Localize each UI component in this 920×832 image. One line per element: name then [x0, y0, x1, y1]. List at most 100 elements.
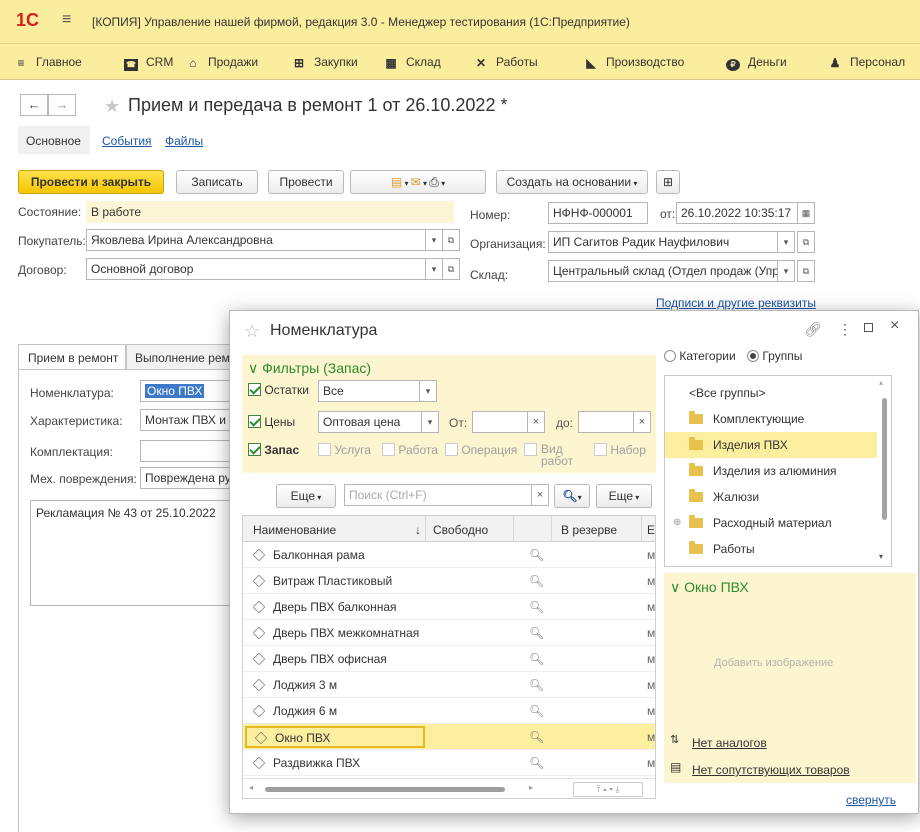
number-field[interactable]: НФНФ-000001 — [548, 202, 648, 224]
main-menu-icon[interactable]: ≡ — [62, 11, 71, 29]
search-icon[interactable]: 🔍︎ — [529, 672, 544, 698]
table-row[interactable]: Дверь ПВХ балконная 🔍︎ м — [243, 594, 655, 620]
column-free[interactable]: Свободно — [433, 523, 488, 537]
state-field[interactable]: В работе — [86, 201, 454, 223]
table-row[interactable]: Раздвижка ПВХ 🔍︎ м — [243, 750, 655, 776]
open-link-icon[interactable]: ⧉ — [442, 229, 460, 251]
printer-icon[interactable]: ⎙ — [429, 175, 439, 189]
buyer-field[interactable]: Яковлева Ирина Александровна — [86, 229, 426, 251]
filters-header[interactable]: ∨ Фильтры (Запас) — [248, 360, 371, 377]
groups-radio[interactable] — [747, 350, 759, 362]
menu-item-production[interactable]: ◣ Производство — [584, 55, 684, 70]
menu-item-main[interactable]: ≡ Главное — [14, 55, 81, 70]
document-icon[interactable]: ▤ — [391, 175, 402, 189]
search-icon[interactable]: 🔍︎ — [529, 750, 544, 776]
open-link-icon[interactable]: ⧉ — [442, 258, 460, 280]
analogs-link[interactable]: Нет аналогов — [692, 736, 767, 750]
mail-icon[interactable]: ✉ — [411, 175, 421, 189]
price-to-field[interactable] — [578, 411, 634, 433]
comment-textarea[interactable]: Рекламация № 43 от 25.10.2022 — [30, 500, 232, 606]
search-icon[interactable]: 🔍︎ — [529, 698, 544, 724]
column-unit[interactable]: Е — [647, 523, 655, 537]
scroll-thumb[interactable] — [265, 787, 505, 792]
structure-icon[interactable]: ⊞ — [656, 170, 680, 194]
favorite-star-icon[interactable]: ☆ — [244, 321, 260, 342]
open-link-icon[interactable]: ⧉ — [797, 231, 815, 253]
type-stock-filter[interactable]: Запас — [248, 443, 299, 457]
expand-icon[interactable]: ⊕ — [673, 510, 681, 536]
menu-item-sales[interactable]: ⌂ Продажи — [186, 55, 258, 70]
prices-select[interactable]: Оптовая цена — [318, 411, 422, 433]
post-and-close-button[interactable]: Провести и закрыть — [18, 170, 164, 194]
chevron-down-icon[interactable]: ▾ — [419, 380, 437, 402]
table-row[interactable]: Лоджия 3 м 🔍︎ м — [243, 672, 655, 698]
search-icon[interactable]: 🔍︎ — [529, 620, 544, 646]
menu-item-money[interactable]: ₽ Деньги — [726, 55, 787, 71]
prices-filter[interactable]: Цены — [248, 415, 295, 429]
back-button[interactable]: ← — [20, 94, 48, 116]
scroll-right-icon[interactable]: ▸ — [529, 783, 533, 792]
more-button[interactable]: Еще ▾ — [276, 484, 336, 508]
menu-item-warehouse[interactable]: ▦ Склад — [384, 55, 440, 70]
tab-repair-receipt[interactable]: Прием в ремонт — [18, 344, 126, 370]
search-icon[interactable]: 🔍︎ — [529, 646, 544, 672]
chevron-down-icon[interactable]: ▾ — [421, 411, 439, 433]
group-item[interactable]: Работы — [665, 536, 877, 562]
contract-field[interactable]: Основной договор — [86, 258, 426, 280]
signatures-link[interactable]: Подписи и другие реквизиты — [656, 296, 816, 310]
type-operation-checkbox[interactable] — [445, 443, 458, 456]
chevron-down-icon[interactable]: ▾ — [425, 229, 443, 251]
clear-icon[interactable]: × — [633, 411, 651, 433]
add-image-placeholder[interactable]: Добавить изображение — [714, 657, 833, 669]
clear-icon[interactable]: × — [527, 411, 545, 433]
save-button[interactable]: Записать — [176, 170, 258, 194]
damage-field[interactable]: Повреждена ру — [140, 467, 232, 489]
horizontal-scrollbar[interactable]: ◂ ▸ ⤒ ▴ ▾ ⤓ — [243, 778, 655, 798]
clear-search-icon[interactable]: × — [531, 484, 549, 506]
warehouse-field[interactable]: Центральный склад (Отдел продаж (Упр — [548, 260, 778, 282]
preview-header[interactable]: ∨ Окно ПВХ — [670, 579, 749, 596]
link-icon[interactable]: 🔗︎ — [804, 321, 822, 338]
date-field[interactable]: 26.10.2022 10:35:17 — [676, 202, 798, 224]
type-worktype-checkbox[interactable] — [524, 443, 537, 456]
type-worktype-filter[interactable]: Вид работ — [524, 443, 574, 467]
group-item[interactable]: <Все группы> — [665, 380, 877, 406]
scroll-down-icon[interactable]: ▾ — [879, 552, 883, 561]
type-operation-filter[interactable]: Операция — [445, 443, 517, 457]
stock-filter[interactable]: Остатки — [248, 383, 309, 397]
price-from-field[interactable] — [472, 411, 528, 433]
prices-checkbox[interactable] — [248, 415, 261, 428]
menu-item-crm[interactable]: ☎ CRM — [124, 55, 173, 71]
group-item[interactable]: Комплектующие — [665, 406, 877, 432]
tab-main[interactable]: Основное — [18, 126, 90, 154]
type-work-filter[interactable]: Работа — [382, 443, 438, 457]
group-item[interactable]: ⊕ Расходный материал — [665, 510, 877, 536]
forward-button[interactable]: → — [48, 94, 76, 116]
type-service-filter[interactable]: Услуга — [318, 443, 371, 457]
groups-label[interactable]: Группы — [762, 349, 802, 363]
search-input[interactable]: Поиск (Ctrl+F) — [344, 484, 532, 506]
type-work-checkbox[interactable] — [382, 443, 395, 456]
related-goods-link[interactable]: Нет сопутствующих товаров — [692, 763, 850, 777]
type-set-filter[interactable]: Набор — [594, 443, 646, 457]
scroll-up-icon[interactable]: ▴ — [879, 378, 883, 387]
group-item[interactable]: Жалюзи — [665, 484, 877, 510]
close-icon[interactable]: × — [890, 317, 899, 335]
type-set-checkbox[interactable] — [594, 443, 607, 456]
calendar-icon[interactable]: ▦ — [797, 202, 815, 224]
chevron-down-icon[interactable]: ▾ — [777, 260, 795, 282]
table-row[interactable]: Окно ПВХ 🔍︎ м — [243, 724, 655, 750]
table-row[interactable]: Балконная рама 🔍︎ м — [243, 542, 655, 568]
favorite-star-icon[interactable]: ★ — [104, 96, 120, 117]
kit-field[interactable] — [140, 440, 232, 462]
more-vertical-icon[interactable]: ⋮ — [838, 321, 852, 338]
table-row[interactable]: Лоджия 6 м 🔍︎ м — [243, 698, 655, 724]
categories-label[interactable]: Категории — [679, 349, 735, 363]
search-icon[interactable]: 🔍︎ — [529, 542, 544, 568]
table-row[interactable]: Витраж Пластиковый 🔍︎ м — [243, 568, 655, 594]
categories-radio[interactable] — [664, 350, 676, 362]
characteristic-field[interactable]: Монтаж ПВХ и а — [140, 409, 232, 431]
collapse-link[interactable]: свернуть — [846, 793, 896, 807]
post-button[interactable]: Провести — [268, 170, 344, 194]
chevron-down-icon[interactable]: ▾ — [777, 231, 795, 253]
